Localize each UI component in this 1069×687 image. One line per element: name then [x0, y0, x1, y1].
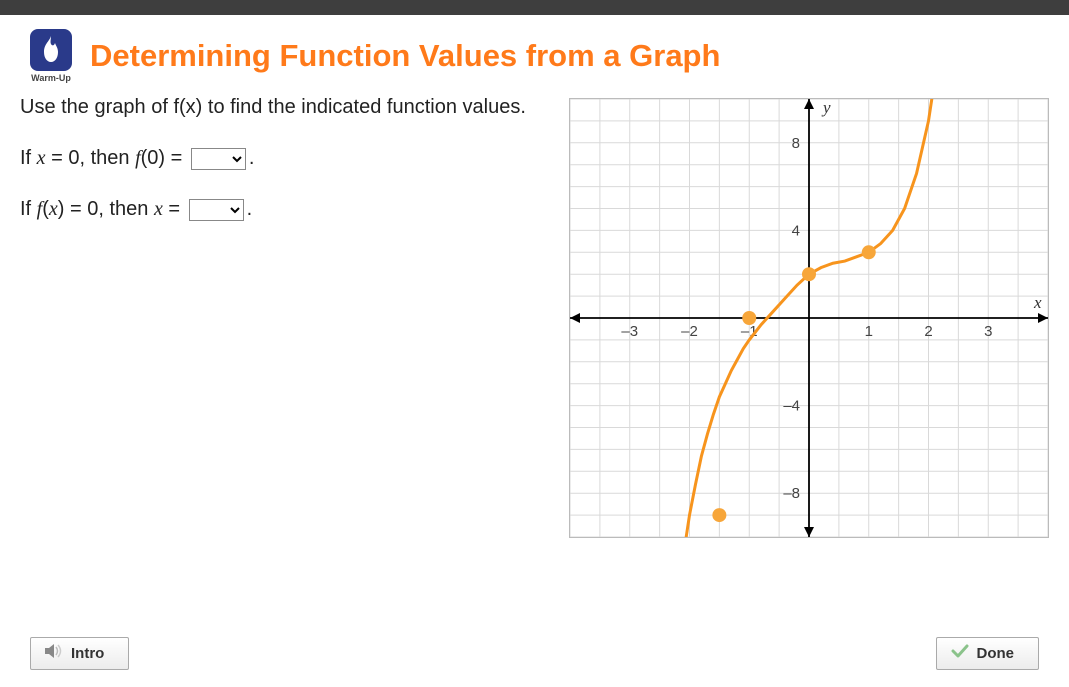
flame-icon	[30, 29, 72, 71]
svg-text:2: 2	[924, 323, 932, 340]
svg-text:–2: –2	[681, 323, 698, 340]
warmup-label: Warm-Up	[31, 73, 71, 83]
answer-dropdown-1[interactable]	[191, 148, 246, 170]
page-title: Determining Function Values from a Graph	[90, 38, 720, 74]
header: Warm-Up Determining Function Values from…	[0, 15, 1069, 91]
graph-panel: –3–2–1123–8–448yx	[569, 98, 1049, 538]
top-bar	[0, 0, 1069, 15]
instruction-text: Use the graph of f(x) to find the indica…	[20, 96, 539, 119]
warmup-badge: Warm-Up	[30, 29, 72, 83]
svg-text:4: 4	[792, 222, 800, 239]
question-1: If x = 0, then f (0) = .	[20, 147, 539, 170]
svg-text:–4: –4	[783, 398, 800, 415]
svg-text:–3: –3	[621, 323, 638, 340]
svg-text:y: y	[821, 99, 831, 117]
svg-text:8: 8	[792, 135, 800, 152]
done-button[interactable]: Done	[936, 637, 1040, 670]
left-panel: Use the graph of f(x) to find the indica…	[20, 96, 549, 538]
question-2: If f ( x ) = 0, then x = .	[20, 198, 539, 221]
intro-label: Intro	[71, 645, 104, 662]
svg-text:–8: –8	[783, 485, 800, 502]
answer-dropdown-2[interactable]	[189, 199, 244, 221]
done-label: Done	[977, 645, 1015, 662]
intro-button[interactable]: Intro	[30, 637, 129, 670]
footer: Intro Done	[0, 637, 1069, 670]
function-graph: –3–2–1123–8–448yx	[570, 99, 1048, 537]
check-icon	[951, 643, 969, 664]
svg-text:x: x	[1033, 293, 1042, 312]
audio-icon	[45, 643, 63, 664]
content: Use the graph of f(x) to find the indica…	[0, 96, 1069, 538]
svg-text:1: 1	[865, 323, 873, 340]
svg-text:3: 3	[984, 323, 992, 340]
